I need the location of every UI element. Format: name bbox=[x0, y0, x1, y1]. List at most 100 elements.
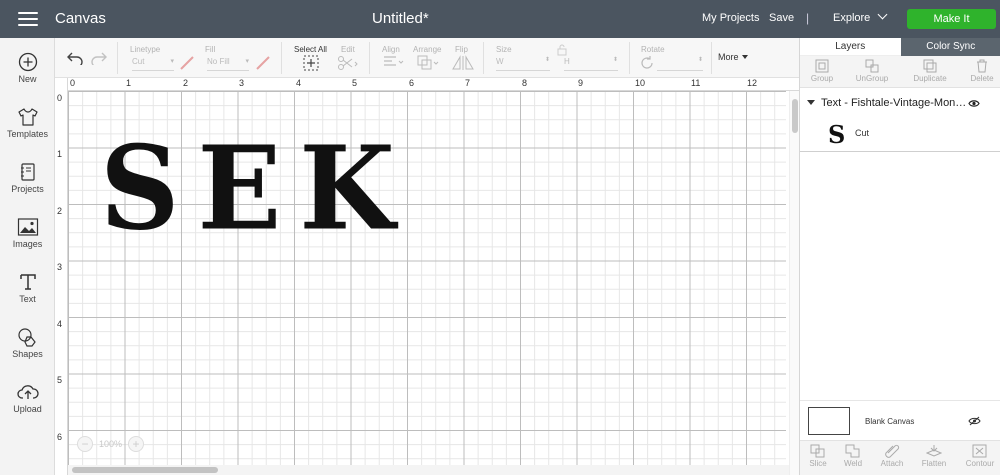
zoom-in-button[interactable]: + bbox=[128, 436, 145, 452]
zoom-out-button[interactable]: − bbox=[77, 436, 93, 452]
eye-icon[interactable] bbox=[968, 99, 980, 108]
vertical-scrollbar[interactable] bbox=[789, 91, 799, 475]
images-button[interactable]: Images bbox=[0, 217, 55, 249]
weld-label: Weld bbox=[843, 459, 863, 468]
app-title: Canvas bbox=[55, 10, 106, 27]
size-label: Size bbox=[496, 45, 512, 54]
height-field[interactable]: H ⬍ bbox=[564, 57, 618, 71]
blank-canvas-row[interactable]: Blank Canvas bbox=[800, 400, 1000, 440]
canvas-color-swatch[interactable] bbox=[808, 407, 850, 435]
delete-button[interactable]: Delete bbox=[962, 59, 1000, 83]
weld-button[interactable]: Weld bbox=[833, 444, 873, 468]
blank-canvas-label: Blank Canvas bbox=[865, 417, 915, 426]
plus-circle-icon bbox=[18, 52, 37, 72]
rotate-field[interactable]: ⬍ bbox=[657, 57, 703, 71]
top-ruler: 0 1 2 3 4 5 6 7 8 9 10 11 12 bbox=[55, 78, 799, 91]
explore-menu[interactable]: Explore bbox=[833, 9, 888, 24]
toolbar-separator bbox=[117, 42, 118, 74]
ruler-tick-label: 5 bbox=[352, 78, 358, 88]
scissors-icon[interactable] bbox=[337, 55, 359, 71]
flatten-button[interactable]: Flatten bbox=[914, 444, 954, 468]
ruler-tick-label: 4 bbox=[296, 78, 302, 88]
projects-button[interactable]: Projects bbox=[0, 162, 55, 194]
slice-button[interactable]: Slice bbox=[798, 444, 838, 468]
horizontal-scrollbar[interactable] bbox=[68, 465, 789, 475]
my-projects-link[interactable]: My Projects bbox=[702, 12, 759, 24]
arrange-label: Arrange bbox=[413, 45, 442, 54]
trash-icon bbox=[977, 59, 987, 73]
more-menu[interactable]: More bbox=[718, 52, 748, 62]
select-all-icon[interactable] bbox=[303, 55, 319, 71]
shapes-button[interactable]: Shapes bbox=[0, 327, 55, 359]
linetype-value: Cut bbox=[132, 57, 145, 66]
templates-label: Templates bbox=[6, 129, 49, 139]
group-icon bbox=[815, 59, 829, 73]
linetype-color-swatch[interactable] bbox=[179, 56, 195, 70]
left-ruler: 0 1 2 3 4 5 6 bbox=[55, 78, 68, 475]
width-field[interactable]: W ⬍ bbox=[496, 57, 550, 71]
text-object[interactable]: SEK bbox=[100, 130, 413, 247]
menu-icon[interactable] bbox=[18, 12, 38, 26]
ruler-tick-label: 1 bbox=[126, 78, 132, 88]
images-label: Images bbox=[12, 239, 43, 249]
ruler-tick-label: 12 bbox=[747, 78, 758, 88]
duplicate-label: Duplicate bbox=[913, 74, 947, 83]
upload-button[interactable]: Upload bbox=[0, 382, 55, 414]
ruler-tick-label: 6 bbox=[57, 432, 63, 442]
ruler-tick-label: 3 bbox=[239, 78, 245, 88]
scroll-thumb[interactable] bbox=[792, 99, 798, 133]
undo-icon[interactable] bbox=[66, 51, 84, 65]
flatten-icon bbox=[926, 445, 942, 457]
rotate-label: Rotate bbox=[641, 45, 665, 54]
select-all-label: Select All bbox=[294, 45, 327, 54]
separator: | bbox=[806, 11, 810, 25]
cloud-upload-icon bbox=[16, 385, 39, 399]
tab-layers[interactable]: Layers bbox=[800, 38, 901, 56]
design-canvas[interactable]: 0 1 2 3 4 5 6 7 8 9 10 11 12 0 1 2 3 4 5… bbox=[55, 78, 799, 475]
arrange-icon[interactable] bbox=[417, 55, 439, 71]
templates-button[interactable]: Templates bbox=[0, 107, 55, 139]
fill-color-swatch[interactable] bbox=[255, 56, 271, 70]
ruler-tick-label: 3 bbox=[57, 262, 63, 272]
align-icon[interactable] bbox=[382, 55, 404, 69]
redo-icon[interactable] bbox=[90, 51, 108, 65]
lock-icon[interactable] bbox=[557, 44, 567, 56]
linetype-select[interactable]: Cut ▾ bbox=[132, 57, 174, 71]
contour-button[interactable]: Contour bbox=[960, 444, 1000, 468]
layers-panel: Layers Color Sync Group UnGroup Duplicat… bbox=[799, 38, 1000, 475]
layer-text-group[interactable]: Text - Fishtale-Vintage-Mon… bbox=[800, 94, 1000, 114]
align-label: Align bbox=[382, 45, 400, 54]
group-button[interactable]: Group bbox=[802, 59, 842, 83]
toolbar-separator bbox=[629, 42, 630, 74]
text-t-icon bbox=[19, 274, 36, 290]
fill-select[interactable]: No Fill ▾ bbox=[207, 57, 249, 71]
rotate-icon[interactable] bbox=[640, 56, 654, 70]
ruler-tick-label: 11 bbox=[691, 78, 701, 88]
zoom-control: − 100% + bbox=[77, 435, 145, 453]
contour-icon bbox=[972, 444, 987, 458]
ruler-tick-label: 4 bbox=[57, 319, 63, 329]
tab-color-sync[interactable]: Color Sync bbox=[900, 38, 1000, 56]
duplicate-button[interactable]: Duplicate bbox=[910, 59, 950, 83]
ungroup-button[interactable]: UnGroup bbox=[852, 59, 892, 83]
caret-down-icon[interactable] bbox=[807, 100, 815, 105]
save-button[interactable]: Save bbox=[769, 12, 794, 24]
document-title[interactable]: Untitled* bbox=[372, 10, 429, 27]
new-button[interactable]: New bbox=[0, 52, 55, 84]
ungroup-icon bbox=[865, 59, 879, 73]
text-button[interactable]: Text bbox=[0, 272, 55, 304]
explore-label: Explore bbox=[833, 12, 871, 24]
scroll-thumb[interactable] bbox=[72, 467, 218, 473]
flatten-label: Flatten bbox=[921, 459, 947, 468]
make-it-button[interactable]: Make It bbox=[907, 9, 996, 29]
attach-button[interactable]: Attach bbox=[872, 444, 912, 468]
flip-icon[interactable] bbox=[451, 55, 475, 71]
layer-item[interactable]: S Cut bbox=[800, 118, 1000, 152]
edit-label: Edit bbox=[341, 45, 355, 54]
edit-toolbar: Linetype Cut ▾ Fill No Fill ▾ Select All E… bbox=[55, 38, 799, 78]
slice-icon bbox=[810, 444, 825, 458]
eye-slash-icon[interactable] bbox=[968, 416, 981, 426]
weld-icon bbox=[845, 444, 860, 458]
top-bar: Canvas Untitled* My Projects Save | Expl… bbox=[0, 0, 1000, 38]
contour-label: Contour bbox=[965, 459, 995, 468]
